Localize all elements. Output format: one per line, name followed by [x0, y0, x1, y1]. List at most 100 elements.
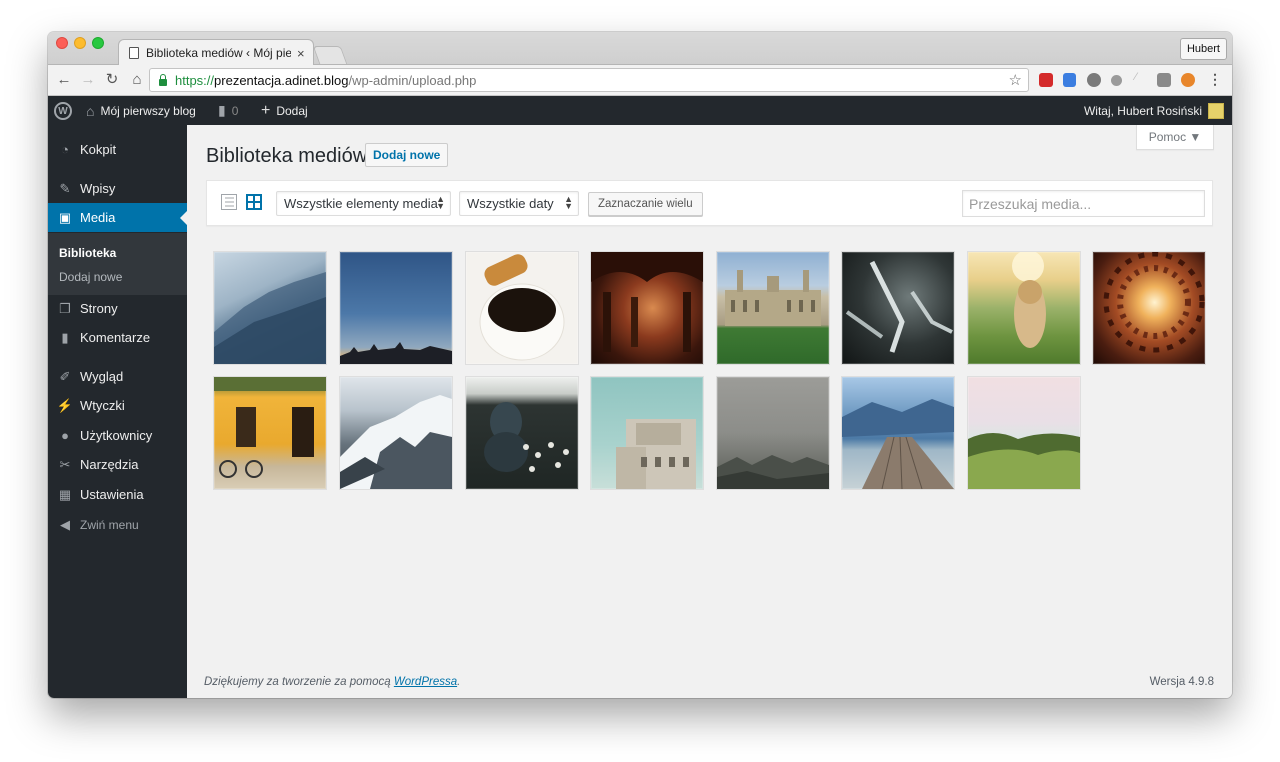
home-icon: ⌂: [86, 102, 95, 119]
media-item-tower-looking-up[interactable]: [1093, 252, 1205, 364]
greeting: Witaj, Hubert Rosiński: [1083, 103, 1202, 118]
media-icon: ▣: [58, 209, 72, 225]
browser-tab[interactable]: Biblioteka mediów ‹ Mój pierwszy blog ×: [118, 39, 314, 66]
media-item-wooden-pier-lake[interactable]: [842, 377, 954, 489]
media-item-city-skyline-dusk[interactable]: [340, 252, 452, 364]
page-title: Biblioteka mediów: [206, 145, 368, 167]
menu-item-wtyczki[interactable]: ⚡ Wtyczki: [48, 391, 187, 420]
menu-item-media[interactable]: ▣ Media: [48, 203, 187, 232]
menu-label: Media: [80, 210, 116, 225]
home-icon[interactable]: ⌂: [128, 71, 146, 89]
submenu-item-biblioteka[interactable]: Biblioteka: [59, 246, 116, 260]
extension-orange-icon[interactable]: [1181, 73, 1195, 87]
media-item-college-building[interactable]: [717, 252, 829, 364]
comments-count: 0: [231, 103, 239, 118]
submenu-item-dodaj-nowe[interactable]: Dodaj nowe: [59, 270, 122, 284]
extension-pen-icon[interactable]: ⁄: [1135, 71, 1149, 85]
foggy-valley-image: [717, 455, 829, 489]
bookmark-star-icon[interactable]: ☆: [1009, 71, 1022, 89]
site-name-link[interactable]: ⌂ Mój pierwszy blog: [86, 96, 196, 125]
admin-sidebar: ◔ Kokpit ✎ Wpisy ▣ Media Biblioteka Doda…: [48, 125, 187, 698]
reload-icon[interactable]: ↻: [103, 71, 121, 89]
dashboard-icon: ◔: [61, 142, 69, 157]
girl-field-image: [1012, 252, 1046, 348]
extension-blue-icon[interactable]: [1063, 73, 1076, 87]
list-view-icon[interactable]: [221, 194, 237, 210]
extension-circle-icon[interactable]: [1111, 75, 1122, 86]
media-item-foggy-valley[interactable]: [717, 377, 829, 489]
woman-flowers-image: [484, 402, 569, 472]
media-type-value: Wszystkie elementy media: [284, 196, 438, 211]
media-search-input[interactable]: Przeszukaj media...: [962, 190, 1205, 217]
skyline-silhouette: [340, 342, 452, 364]
media-type-filter[interactable]: Wszystkie elementy media ▲ ▼: [276, 191, 451, 216]
media-item-snowy-mountains[interactable]: [340, 377, 452, 489]
media-item-coffee-honey[interactable]: [466, 252, 578, 364]
media-item-arched-corridor[interactable]: [591, 252, 703, 364]
pier-image: [842, 399, 954, 489]
url-scheme: https://: [175, 72, 215, 88]
menu-item-strony[interactable]: ❐ Strony: [48, 294, 187, 323]
menu-label: Wtyczki: [80, 398, 125, 413]
media-item-green-hills[interactable]: [968, 377, 1080, 489]
account-menu[interactable]: Witaj, Hubert Rosiński: [1084, 96, 1224, 125]
minimize-window-button[interactable]: [74, 37, 86, 49]
help-tab-button[interactable]: Pomoc ▼: [1136, 125, 1214, 150]
menu-label: Ustawienia: [80, 487, 144, 502]
media-item-girl-in-field[interactable]: [968, 252, 1080, 364]
users-icon: ●: [61, 428, 69, 443]
media-submenu: Biblioteka Dodaj nowe: [48, 233, 187, 295]
browser-menu-icon[interactable]: ⋮: [1208, 71, 1222, 88]
tab-close-icon[interactable]: ×: [297, 46, 305, 61]
yellow-house-image: [214, 377, 326, 478]
browser-window: Biblioteka mediów ‹ Mój pierwszy blog × …: [48, 32, 1232, 698]
wordpress-link[interactable]: WordPressa: [394, 676, 457, 688]
add-new-button[interactable]: Dodaj nowe: [365, 143, 449, 167]
mountain-silhouette: [214, 272, 326, 364]
media-item-forks-closeup[interactable]: [842, 252, 954, 364]
menu-label: Narzędzia: [80, 457, 139, 472]
back-icon[interactable]: ←: [55, 71, 73, 89]
collapse-menu-button[interactable]: ◀ Zwiń menu: [48, 510, 187, 539]
menu-item-komentarze[interactable]: ▮ Komentarze: [48, 323, 187, 352]
menu-item-kokpit[interactable]: ◔ Kokpit: [48, 135, 187, 164]
bulk-select-button[interactable]: Zaznaczanie wielu: [588, 192, 703, 216]
extension-badge-icon[interactable]: [1157, 73, 1171, 87]
menu-item-narzedzia[interactable]: ✂ Narzędzia: [48, 450, 187, 479]
address-bar[interactable]: https:// prezentacja.adinet.blog /wp-adm…: [149, 68, 1029, 92]
menu-label: Kokpit: [80, 142, 117, 157]
media-item-woman-with-flowers[interactable]: [466, 377, 578, 489]
wp-admin-bar: W ⌂ Mój pierwszy blog ▮ 0 + Dodaj Witaj,…: [48, 96, 1232, 125]
profile-button[interactable]: Hubert: [1179, 38, 1227, 60]
wordpress-logo-icon[interactable]: W: [54, 102, 72, 120]
comments-icon: ▮: [61, 329, 69, 345]
date-filter-value: Wszystkie daty: [467, 196, 554, 211]
media-item-yellow-house-bicycle[interactable]: [214, 377, 326, 489]
forward-icon[interactable]: →: [79, 71, 97, 89]
concrete-building-image: [616, 419, 696, 489]
footer-thanks-text: Dziękujemy za tworzenie za pomocą: [204, 676, 394, 688]
media-toolbar: Wszystkie elementy media ▲ ▼ Wszystkie da…: [206, 180, 1213, 226]
forks-image: [845, 260, 953, 353]
media-item-concrete-building[interactable]: [591, 377, 703, 489]
extension-pdf-icon[interactable]: [1039, 73, 1053, 87]
settings-icon: ▦: [58, 486, 72, 502]
tab-bar: Biblioteka mediów ‹ Mój pierwszy blog × …: [48, 32, 1232, 66]
menu-label: Wpisy: [80, 181, 116, 196]
menu-item-wpisy[interactable]: ✎ Wpisy: [48, 174, 187, 203]
close-window-button[interactable]: [56, 37, 68, 49]
media-item-misty-mountains[interactable]: [214, 252, 326, 364]
date-filter[interactable]: Wszystkie daty ▲ ▼: [459, 191, 579, 216]
url-host: prezentacja.adinet.blog: [214, 72, 349, 88]
site-name: Mój pierwszy blog: [100, 103, 196, 118]
menu-item-ustawienia[interactable]: ▦ Ustawienia: [48, 480, 187, 509]
comments-link[interactable]: ▮ 0: [218, 96, 238, 125]
new-content-link[interactable]: + Dodaj: [261, 96, 308, 125]
menu-item-uzytkownicy[interactable]: ● Użytkownicy: [48, 421, 187, 450]
extension-gray-icon[interactable]: [1087, 73, 1101, 87]
new-tab-button[interactable]: [312, 46, 348, 64]
maximize-window-button[interactable]: [92, 37, 104, 49]
grid-view-icon[interactable]: [246, 194, 262, 210]
tools-icon: ✂: [59, 456, 71, 472]
menu-item-wyglad[interactable]: ✐ Wygląd: [48, 362, 187, 391]
